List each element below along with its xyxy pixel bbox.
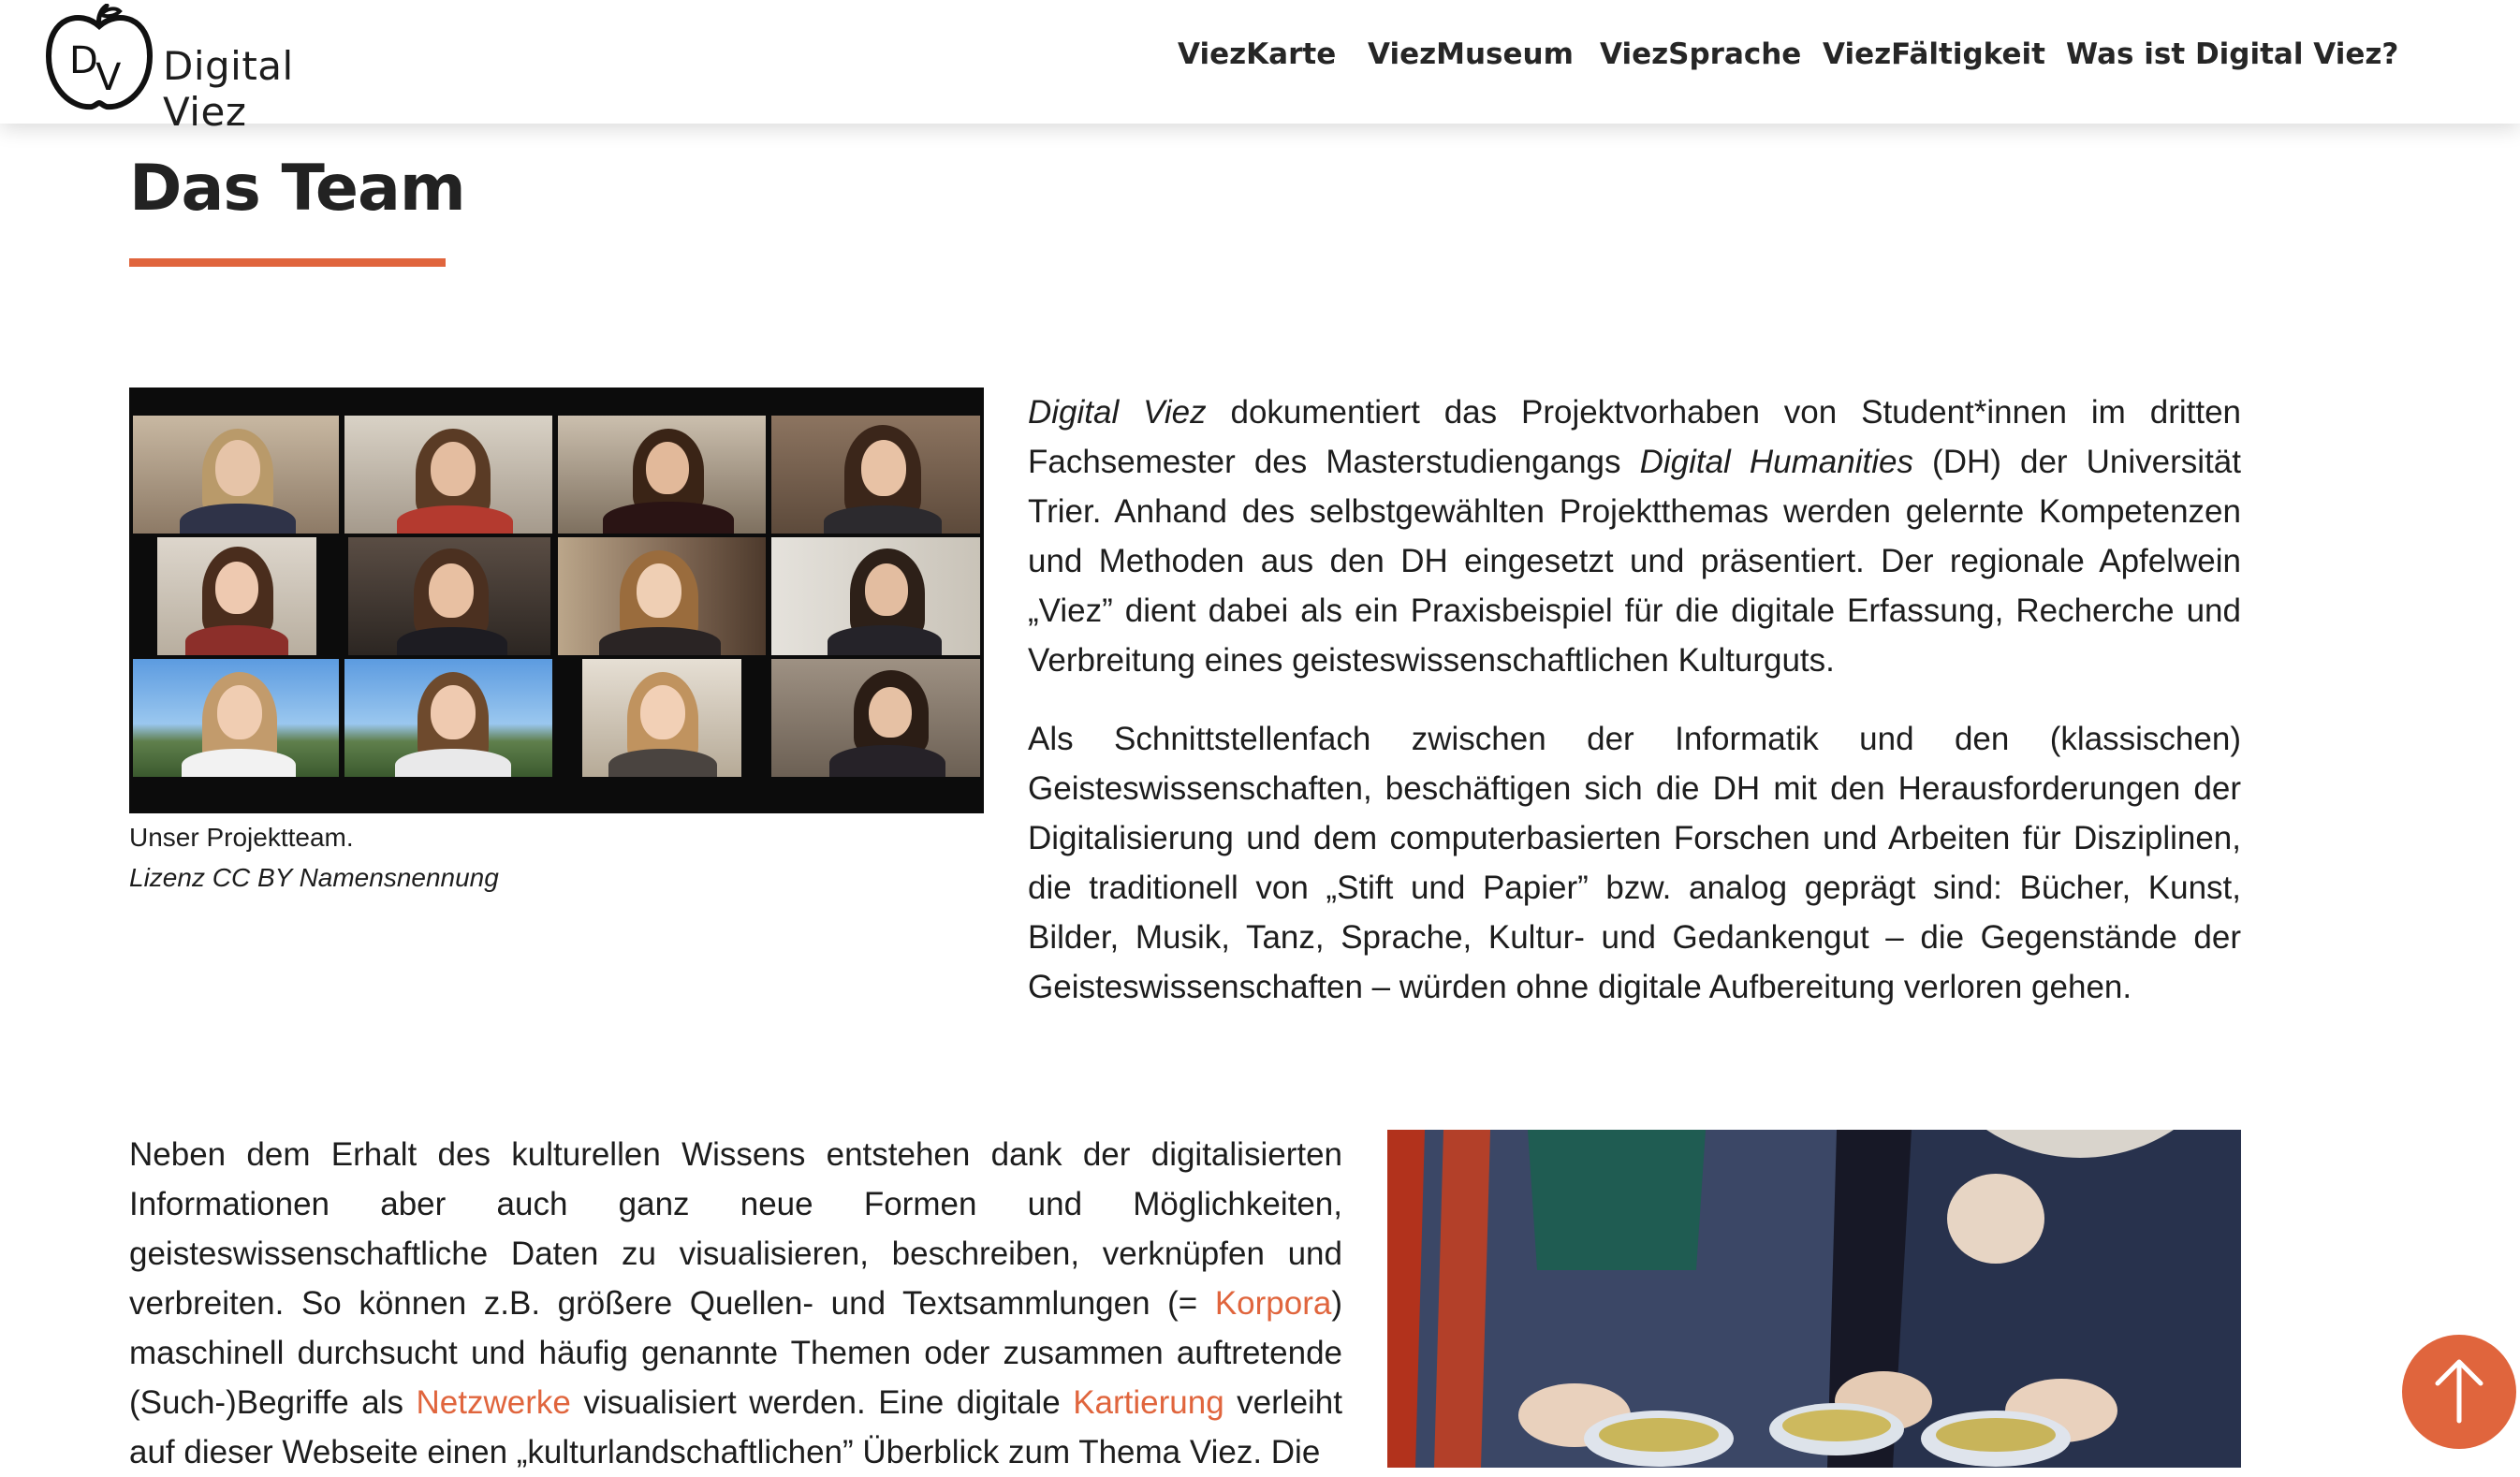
caption-license: Lizenz CC BY Namensnennung (129, 863, 499, 892)
site-header: D V Digital Viez ViezKarte ViezMuseum Vi… (0, 0, 2520, 135)
link-kartierung[interactable]: Kartierung (1073, 1384, 1223, 1421)
video-tile (771, 659, 980, 777)
team-photo (129, 388, 984, 813)
caption-text: Unser Projektteam. (129, 823, 354, 852)
video-tile (133, 416, 339, 534)
arrow-up-icon (2435, 1359, 2483, 1424)
nav-viezkarte[interactable]: ViezKarte (1178, 37, 1336, 71)
video-tile (582, 659, 741, 777)
video-tile (348, 537, 550, 655)
video-tile (771, 416, 980, 534)
video-tile (157, 537, 316, 655)
intro-italic-digital-humanities: Digital Humanities (1639, 444, 1913, 480)
figure-caption: Unser Projektteam. Lizenz CC BY Namensne… (129, 817, 499, 898)
body-text: visualisiert werden. Eine digitale (570, 1384, 1074, 1421)
body-paragraph: Neben dem Erhalt des kulturellen Wissens… (129, 1130, 1342, 1477)
link-netzwerke[interactable]: Netzwerke (416, 1384, 570, 1421)
intro-paragraph-1: Digital Viez dokumentiert das Projektvor… (1028, 388, 2241, 685)
nav-viezfaeltigkeit[interactable]: ViezFältigkeit (1823, 37, 2045, 71)
nav-viezsprache[interactable]: ViezSprache (1600, 37, 1801, 71)
intro-italic-digital-viez: Digital Viez (1028, 394, 1207, 431)
video-tile (344, 659, 552, 777)
body-text: Neben dem Erhalt des kulturellen Wissens… (129, 1136, 1342, 1322)
nav-was-ist-digital-viez[interactable]: Was ist Digital Viez? (2066, 37, 2398, 71)
back-to-top-button[interactable] (2402, 1335, 2516, 1449)
video-tile (558, 537, 766, 655)
title-underline (129, 258, 446, 267)
video-tile (133, 659, 339, 777)
viez-photo-image (1387, 1130, 2241, 1468)
video-tile (771, 537, 980, 655)
video-tile (344, 416, 552, 534)
viez-photo (1387, 1130, 2241, 1468)
nav-viezmuseum[interactable]: ViezMuseum (1368, 37, 1574, 71)
video-tile (558, 416, 766, 534)
link-korpora[interactable]: Korpora (1215, 1285, 1332, 1322)
intro-paragraph-2: Als Schnittstellenfach zwischen der Info… (1028, 721, 2241, 1005)
main-nav: ViezKarte ViezMuseum ViezSprache ViezFäl… (0, 37, 2520, 75)
page-title: Das Team (129, 152, 466, 226)
